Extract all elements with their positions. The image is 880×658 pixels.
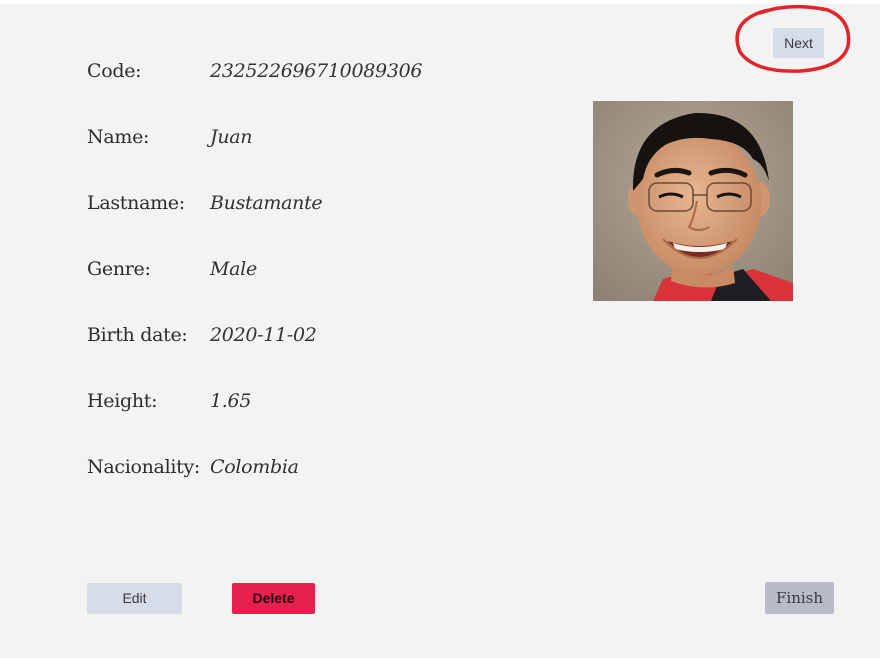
- lastname-value: Bustamante: [210, 192, 323, 214]
- birth-date-value: 2020-11-02: [210, 324, 317, 346]
- code-label: Code:: [87, 60, 142, 82]
- portrait-image: [593, 101, 793, 301]
- height-label: Height:: [87, 390, 158, 412]
- height-value: 1.65: [210, 390, 252, 412]
- lastname-label: Lastname:: [87, 192, 185, 214]
- birth-date-label: Birth date:: [87, 324, 188, 346]
- name-label: Name:: [87, 126, 150, 148]
- profile-page: Next Code: 232522696710089306 Name: Juan…: [0, 4, 880, 658]
- next-button[interactable]: Next: [773, 28, 824, 58]
- profile-photo: [593, 101, 793, 301]
- genre-label: Genre:: [87, 258, 151, 280]
- edit-button[interactable]: Edit: [87, 583, 182, 614]
- delete-button[interactable]: Delete: [232, 583, 315, 614]
- genre-value: Male: [210, 258, 257, 280]
- name-value: Juan: [210, 126, 253, 148]
- finish-button[interactable]: Finish: [765, 582, 834, 614]
- nationality-value: Colombia: [210, 456, 299, 478]
- code-value: 232522696710089306: [210, 60, 423, 82]
- nationality-label: Nacionality:: [87, 456, 200, 478]
